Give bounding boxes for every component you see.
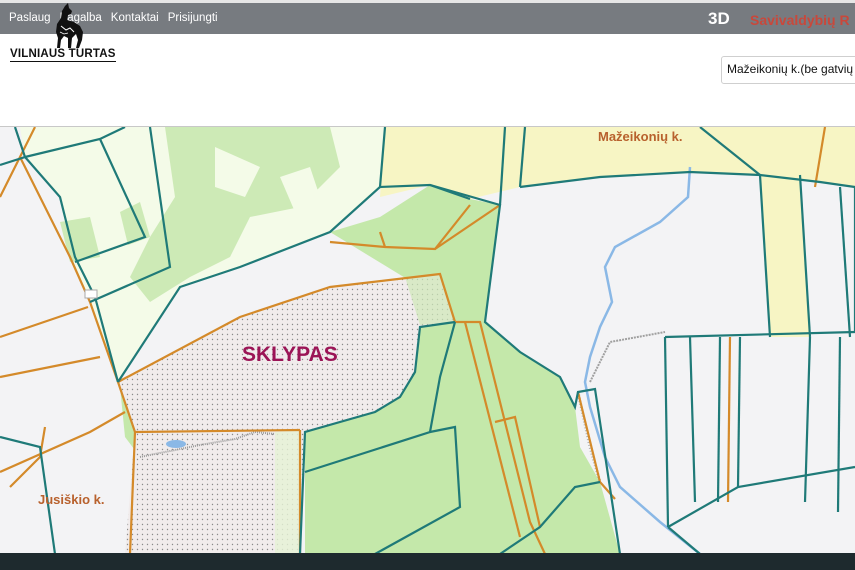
pond — [166, 440, 186, 448]
building-marker — [84, 289, 98, 299]
plot-label: SKLYPAS — [242, 343, 338, 366]
top-navigation-bar: Paslaug Pagalba Kontaktai Prisijungti 3D… — [0, 0, 855, 34]
locality-select[interactable]: Mažeikonių k.(be gatvių — [721, 56, 855, 84]
logo[interactable]: VILNIAUS TURTAS — [8, 2, 126, 66]
municipality-registry-link[interactable]: Savivaldybių R — [750, 12, 850, 28]
wolf-icon — [56, 3, 83, 48]
map-view[interactable]: SKLYPAS Mažeikonių k. Jusiškio k. — [0, 126, 855, 555]
village-label-west: Jusiškio k. — [38, 492, 104, 507]
village-label-north: Mažeikonių k. — [598, 129, 683, 144]
cadastral-map[interactable]: SKLYPAS Mažeikonių k. Jusiškio k. — [0, 126, 855, 555]
3d-view-button[interactable]: 3D — [708, 9, 730, 29]
menu-item-login[interactable]: Prisijungti — [168, 12, 218, 24]
logo-text: VILNIAUS TURTAS — [10, 48, 116, 62]
bottom-bar — [0, 553, 855, 570]
meadow-strip — [275, 430, 300, 554]
